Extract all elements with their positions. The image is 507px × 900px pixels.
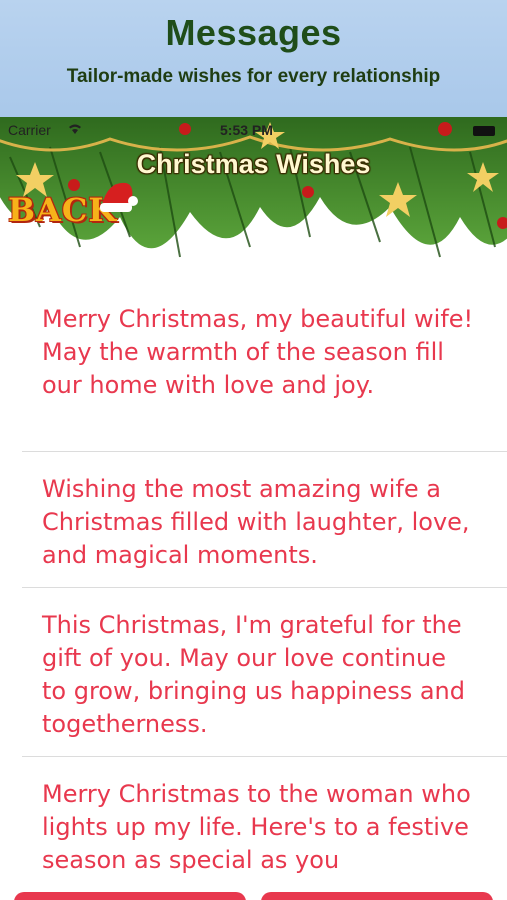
carrier-label: Carrier [8, 122, 51, 138]
promo-title: Messages [165, 12, 342, 53]
nav-title: Christmas Wishes [136, 149, 371, 179]
wifi-icon [66, 121, 84, 138]
footer-button-right[interactable] [261, 892, 493, 900]
list-item[interactable]: Merry Christmas, my beautiful wife! May … [22, 282, 507, 452]
message-text: Wishing the most amazing wife a Christma… [42, 475, 470, 569]
message-text: Merry Christmas to the woman who lights … [42, 780, 471, 874]
clock: 5:53 PM [220, 122, 273, 138]
list-item[interactable]: Wishing the most amazing wife a Christma… [22, 452, 507, 588]
list-item[interactable]: This Christmas, I'm grateful for the gif… [22, 588, 507, 757]
status-bar: Carrier 5:53 PM [0, 120, 507, 142]
santa-hat-icon [98, 175, 138, 223]
battery-icon [473, 126, 495, 136]
promo-subtitle: Tailor-made wishes for every relationshi… [66, 66, 441, 87]
messages-list: Merry Christmas, my beautiful wife! May … [0, 282, 507, 900]
christmas-banner: Carrier 5:53 PM Christmas Wishes BACK [0, 117, 507, 282]
phone-screen: Carrier 5:53 PM Christmas Wishes BACK Me… [0, 117, 507, 900]
list-item[interactable]: Merry Christmas to the woman who lights … [22, 757, 507, 897]
message-text: This Christmas, I'm grateful for the gif… [42, 611, 465, 738]
footer-button-left[interactable] [14, 892, 246, 900]
message-text: Merry Christmas, my beautiful wife! May … [42, 305, 474, 399]
promo-header: Messages Tailor-made wishes for every re… [0, 0, 507, 117]
back-button[interactable]: BACK [2, 182, 138, 231]
